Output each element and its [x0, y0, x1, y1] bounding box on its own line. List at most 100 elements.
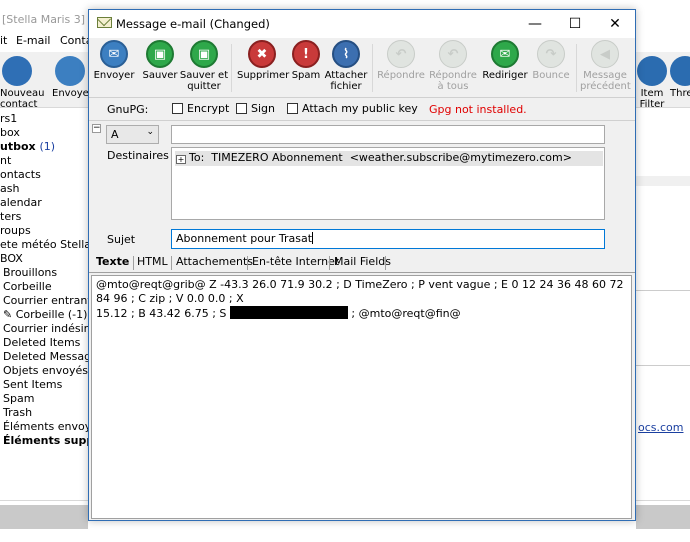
menu-edit[interactable]: it [0, 34, 7, 47]
forward-label: Rediriger [482, 70, 528, 81]
item-filter-label-1: Item [640, 88, 664, 99]
dialog-toolbar: ✉ Envoyer ▣ Sauver ▣ Sauver et quitter ✖… [89, 38, 635, 98]
reply-all-label-2: à tous [437, 81, 469, 92]
attach-label-1: Attacher [324, 70, 368, 81]
save-and-quit-button[interactable]: ▣ Sauver et quitter [179, 40, 229, 92]
reply-icon: ↶ [387, 40, 415, 68]
minimize-button[interactable]: — [515, 10, 555, 38]
previous-label-2: précédent [580, 81, 631, 92]
send-label: Envoyer [93, 70, 135, 81]
save-button[interactable]: ▣ Sauver [135, 40, 185, 81]
background-send-button[interactable]: Envoyer [52, 56, 93, 99]
recipients-section: − A ⌄ Destinaires + To: TIMEZERO Abonneme… [89, 122, 635, 222]
save-quit-icon: ▣ [190, 40, 218, 68]
threads-label: Thre [670, 88, 690, 99]
draft-icon: ✎ [3, 308, 13, 321]
tab-html[interactable]: HTML [137, 255, 168, 272]
attach-file-button[interactable]: ⌇ Attacher fichier [321, 40, 371, 92]
tab-separator [133, 256, 134, 270]
gpg-warning-text: Gpg not installed. [429, 103, 527, 116]
new-recipient-input[interactable] [171, 125, 605, 144]
tree-item[interactable]: alendar [0, 196, 42, 209]
tree-item[interactable]: roups [0, 224, 31, 237]
forward-icon: ✉ [491, 40, 519, 68]
tab-en-tete-internet[interactable]: En-tête Internet [252, 255, 339, 272]
spam-icon: ! [292, 40, 320, 68]
tree-item[interactable]: ters [0, 210, 21, 223]
bounce-button[interactable]: ↷ Bounce [526, 40, 576, 81]
reply-all-button[interactable]: ↶ Répondre à tous [428, 40, 478, 92]
send-button[interactable]: ✉ Envoyer [89, 40, 139, 81]
checkbox-box[interactable] [236, 103, 247, 114]
body-text: 15.12 ; B 43.42 6.75 ; S [96, 307, 227, 320]
tree-item[interactable]: Deleted Items [3, 336, 80, 349]
checkbox-box[interactable] [287, 103, 298, 114]
tree-item[interactable]: BOX [0, 252, 23, 265]
background-right-pane: ocs.com [636, 110, 690, 510]
recipients-list[interactable]: + To: TIMEZERO Abonnement <weather.subscr… [171, 147, 605, 220]
sign-label: Sign [251, 102, 275, 115]
recipient-entry[interactable]: + To: TIMEZERO Abonnement <weather.subscr… [175, 151, 603, 166]
bounce-label: Bounce [532, 70, 570, 81]
tree-item[interactable]: Spam [3, 392, 34, 405]
sign-checkbox[interactable]: Sign [236, 102, 275, 115]
forward-button[interactable]: ✉ Rediriger [480, 40, 530, 81]
body-tabs: Texte HTML Attachements En-tête Internet… [89, 252, 635, 273]
tree-item[interactable]: Sent Items [3, 378, 62, 391]
tree-item[interactable]: Objets envoyés [3, 364, 88, 377]
recipient-type-value: A [111, 128, 119, 141]
tab-separator [247, 256, 248, 270]
threads-button[interactable]: Thre [670, 56, 690, 99]
message-email-dialog: Message e-mail (Changed) — ☐ ✕ ✉ Envoyer… [88, 9, 636, 521]
close-button[interactable]: ✕ [595, 10, 635, 38]
toolbar-separator [231, 44, 232, 92]
encrypt-checkbox[interactable]: Encrypt [172, 102, 229, 115]
tree-item[interactable]: ash [0, 182, 19, 195]
message-body-editor[interactable]: @mto@reqt@grib@ Z -43.3 26.0 71.9 30.2 ;… [91, 275, 632, 519]
save-quit-label-1: Sauver et [179, 70, 229, 81]
tab-mail-fields[interactable]: Mail Fields [334, 255, 391, 272]
new-contact-button[interactable]: Nouveau contact [0, 56, 44, 110]
subject-input[interactable]: Abonnement pour Trasat [171, 229, 605, 249]
tree-item-outbox[interactable]: utbox (1) [0, 140, 55, 153]
collapse-toggle[interactable]: − [92, 124, 101, 133]
attach-public-key-checkbox[interactable]: Attach my public key [287, 102, 418, 115]
recipient-prefix: To: [189, 151, 205, 164]
previous-message-button[interactable]: ◀ Message précédent [580, 40, 631, 92]
text-caret [312, 232, 314, 244]
attach-key-label: Attach my public key [302, 102, 418, 115]
toolbar-separator [372, 44, 373, 92]
save-quit-label-2: quitter [187, 81, 221, 92]
background-scrollbar-left [0, 505, 88, 529]
delete-button[interactable]: ✖ Supprimer [237, 40, 289, 81]
reply-button[interactable]: ↶ Répondre [376, 40, 426, 81]
tab-separator [171, 256, 172, 270]
background-link[interactable]: ocs.com [638, 421, 684, 434]
tree-item[interactable]: rs1 [0, 112, 17, 125]
tree-item[interactable]: nt [0, 154, 11, 167]
background-window-title: [Stella Maris 3] [2, 13, 86, 26]
tab-texte[interactable]: Texte [96, 255, 129, 272]
tree-item[interactable]: Trash [3, 406, 32, 419]
tab-attachements[interactable]: Attachements [176, 255, 253, 272]
attach-label-2: fichier [330, 81, 362, 92]
envelope-icon [97, 17, 112, 28]
body-line: 15.12 ; B 43.42 6.75 ; S ; @mto@reqt@fin… [96, 306, 627, 321]
dialog-titlebar: Message e-mail (Changed) — ☐ ✕ [89, 10, 635, 38]
tree-item-corbeille[interactable]: ✎ Corbeille (-1) [3, 308, 87, 321]
tree-item[interactable]: ontacts [0, 168, 41, 181]
gnupg-label: GnuPG: [107, 103, 149, 116]
maximize-button[interactable]: ☐ [555, 10, 595, 38]
contact-icon [2, 56, 32, 86]
send-icon [55, 56, 85, 86]
expand-icon[interactable]: + [176, 155, 186, 164]
tree-item[interactable]: Brouillons [3, 266, 57, 279]
tree-item[interactable]: box [0, 126, 20, 139]
checkbox-box[interactable] [172, 103, 183, 114]
minimize-icon: — [528, 16, 542, 32]
background-send-label: Envoyer [52, 88, 93, 99]
menu-email[interactable]: E-mail [16, 34, 51, 47]
tree-item[interactable]: Corbeille [3, 280, 52, 293]
item-filter-button[interactable]: Item Filter [636, 56, 668, 110]
recipient-type-select[interactable]: A ⌄ [106, 125, 159, 144]
